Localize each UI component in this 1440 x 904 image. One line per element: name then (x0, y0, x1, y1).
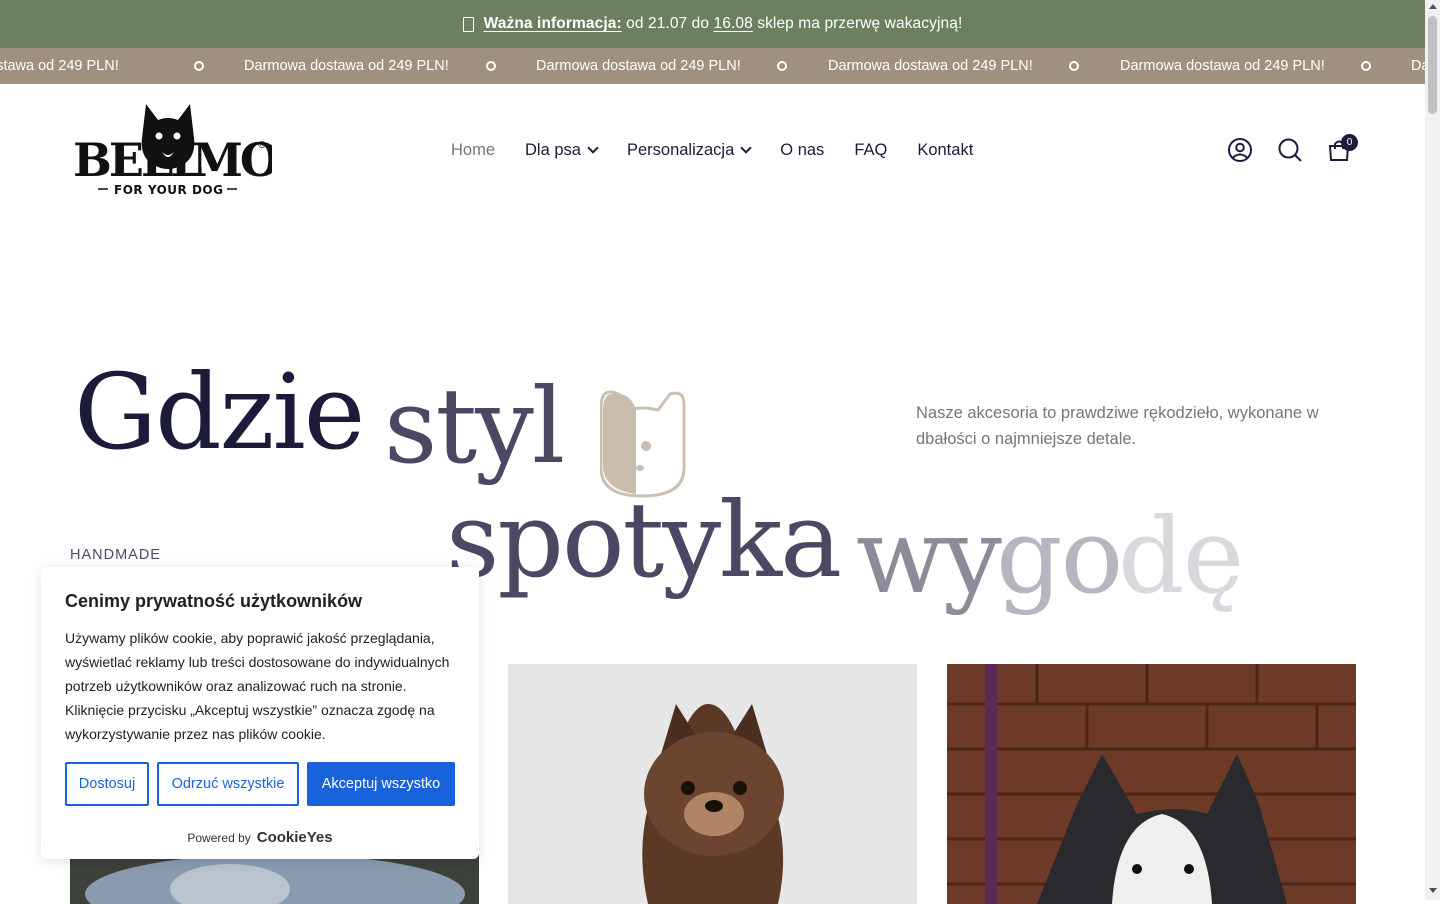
marquee-separator (486, 61, 496, 71)
nav-kontakt[interactable]: Kontakt (917, 138, 973, 162)
info-icon (462, 16, 474, 32)
marquee-item: Darmowa dostawa od 249 PLN! (1120, 58, 1325, 74)
hero-word-wy: wy (856, 495, 1002, 617)
search-icon[interactable] (1277, 137, 1303, 163)
marquee-item: Darmowa dostawa od 249 PLN! (828, 58, 1033, 74)
nav-home[interactable]: Home (451, 138, 495, 162)
marquee-item: Darmowa dostawa od 249 PLN! (244, 58, 449, 74)
main-nav: Home Dla psa Personalizacja O nas FAQ Ko… (451, 138, 1003, 162)
nav-home-label: Home (451, 140, 496, 159)
nav-personalizacja[interactable]: Personalizacja (626, 138, 752, 162)
cookie-powered-by[interactable]: Powered by CookieYes (41, 829, 479, 846)
hero-word-styl: styl (384, 365, 565, 487)
nav-kontakt-label: Kontakt (917, 140, 974, 159)
handmade-tag: HANDMADE (70, 547, 161, 563)
hero-word-spotyka: spotyka (446, 479, 842, 601)
announcement-text-1: od 21.07 do (621, 15, 714, 32)
marquee-item: Darmowa dostawa od 249 PLN! (1411, 58, 1425, 74)
marquee-separator (194, 61, 204, 71)
product-photo-pomeranian[interactable] (508, 664, 917, 904)
cookieyes-logo: CookieYes (256, 829, 333, 846)
nav-o-nas-label: O nas (780, 140, 825, 159)
scroll-down-arrow-icon[interactable] (1429, 888, 1437, 893)
hero-word-go: go (996, 495, 1123, 617)
cart-count-badge: 0 (1341, 134, 1358, 151)
logo-wordmark: BELL (73, 133, 202, 187)
chevron-down-icon (740, 142, 752, 154)
svg-text:®: ® (257, 140, 267, 151)
hero-word-de: dę (1118, 495, 1244, 617)
svg-text:FOR YOUR DOG: FOR YOUR DOG (114, 183, 223, 197)
announcement-text-2: sklep ma przerwę wakacyjną! (752, 15, 963, 32)
marquee-item: Darmowa dostawa od 249 PLN! (536, 58, 741, 74)
hero-word-gdzie: Gdzie (74, 351, 365, 473)
cookie-body: Używamy plików cookie, aby poprawić jako… (65, 630, 450, 742)
nav-dla-psa[interactable]: Dla psa (525, 138, 599, 162)
cookie-customize-button[interactable]: Dostosuj (65, 762, 149, 806)
nav-dla-psa-label: Dla psa (525, 140, 581, 159)
marquee-separator (777, 61, 787, 71)
bellomo-logo[interactable]: BELL MO ® FOR YOUR DOG (72, 102, 282, 198)
product-photo-dog-brick[interactable] (947, 664, 1356, 904)
powered-by-label: Powered by (187, 830, 251, 845)
nav-personalizacja-label: Personalizacja (626, 140, 735, 159)
marquee-separator (1069, 61, 1079, 71)
cookie-title: Cenimy prywatność użytkowników (65, 591, 363, 611)
nav-faq[interactable]: FAQ (854, 138, 887, 162)
announcement-label[interactable]: Ważna informacja: (484, 15, 622, 33)
marquee-separator (1361, 61, 1371, 71)
hero-subtitle: Nasze akcesoria to prawdziwe rękodzieło,… (916, 404, 1319, 448)
scrollbar-thumb[interactable] (1428, 16, 1437, 114)
account-icon[interactable] (1227, 137, 1253, 163)
nav-o-nas[interactable]: O nas (780, 138, 824, 162)
announcement-date-link[interactable]: 16.08 (714, 15, 753, 33)
scroll-up-arrow-icon[interactable] (1429, 4, 1437, 9)
free-shipping-marquee: Darmowa dostawa od 249 PLN! Darmowa dost… (0, 48, 1425, 84)
cookie-accept-button[interactable]: Akceptuj wszystko (307, 762, 455, 806)
chevron-down-icon (587, 142, 599, 154)
marquee-item: Darmowa dostawa od 249 PLN! (0, 58, 119, 74)
cookie-reject-button[interactable]: Odrzuć wszystkie (157, 762, 299, 806)
announcement-bar: Ważna informacja: od 21.07 do 16.08 skle… (0, 0, 1425, 48)
nav-faq-label: FAQ (854, 140, 888, 159)
page-scrollbar[interactable] (1425, 0, 1440, 900)
cookie-consent-banner: Cenimy prywatność użytkowników Używamy p… (41, 567, 479, 859)
